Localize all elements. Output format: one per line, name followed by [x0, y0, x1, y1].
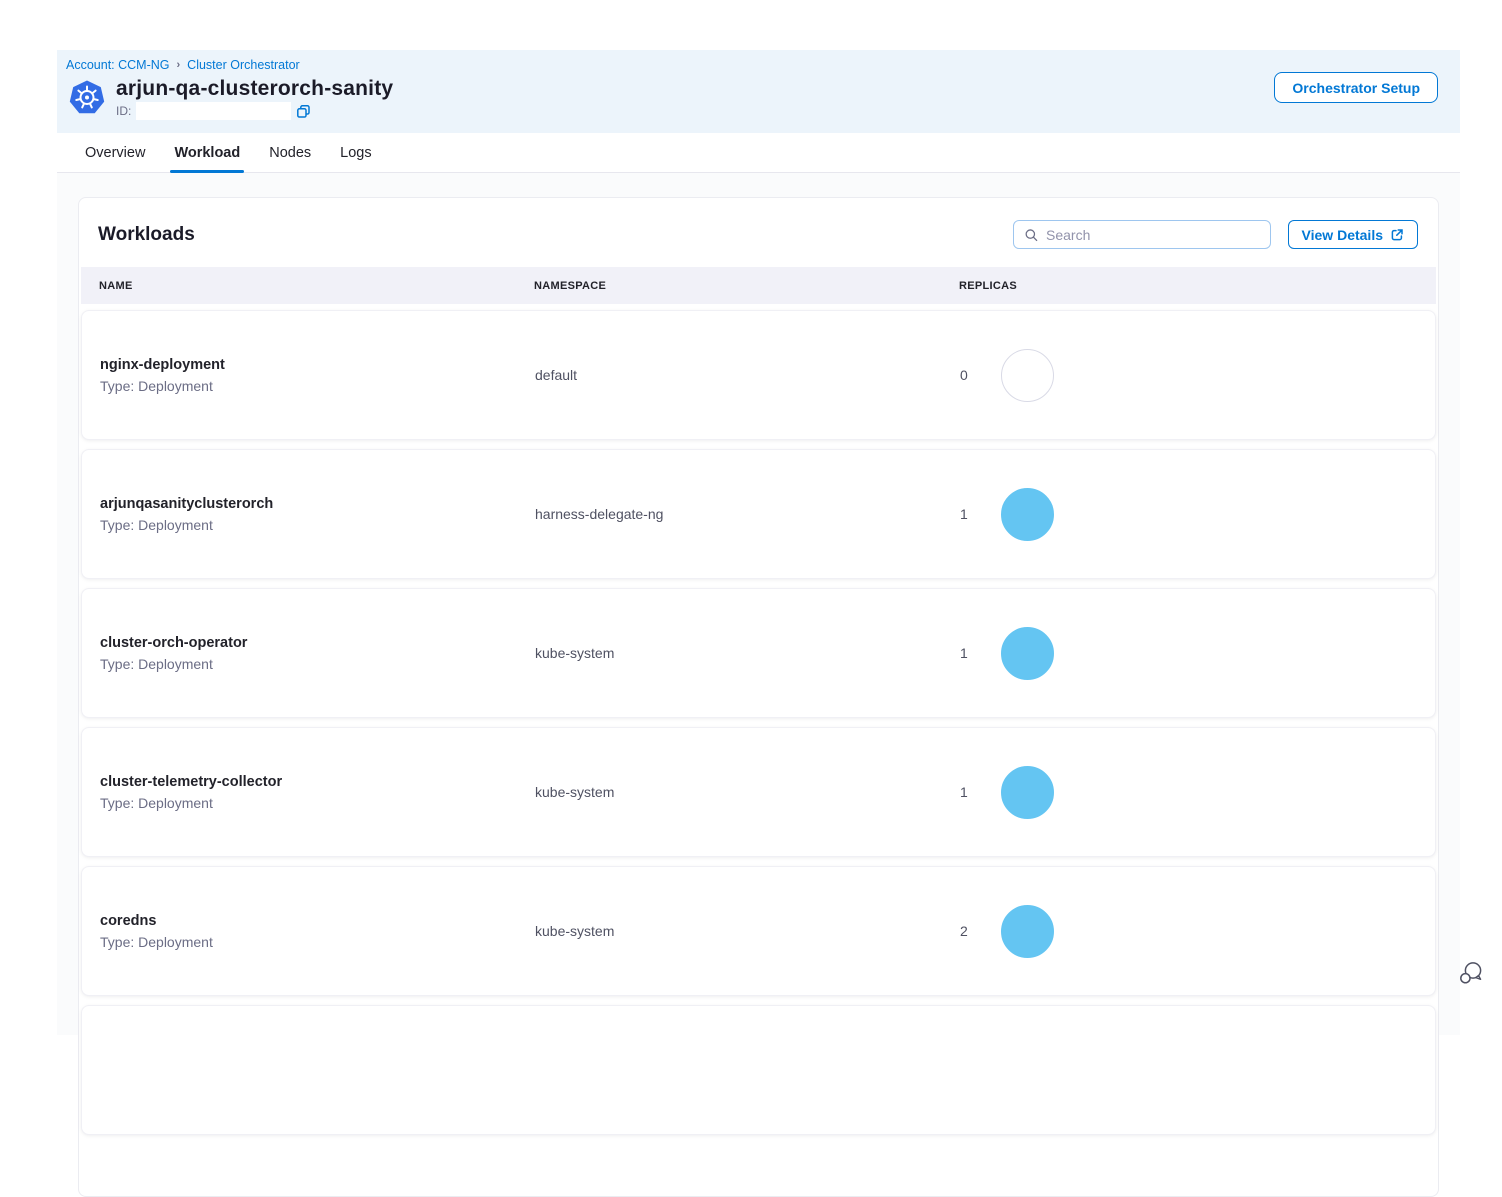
orchestrator-setup-button[interactable]: Orchestrator Setup [1274, 72, 1438, 103]
name-cell: cluster-orch-operator Type: Deployment [100, 635, 535, 672]
cluster-header: Account: CCM-NG › Cluster Orchestrator [57, 50, 1460, 133]
replica-count: 0 [960, 367, 968, 383]
workload-type: Type: Deployment [100, 934, 535, 950]
id-label: ID: [116, 104, 131, 118]
namespace-cell: default [535, 367, 960, 383]
namespace-cell: kube-system [535, 923, 960, 939]
workload-name: cluster-telemetry-collector [100, 774, 535, 790]
replica-count: 1 [960, 784, 968, 800]
external-link-icon [1390, 228, 1404, 242]
tabbar: Overview Workload Nodes Logs [57, 133, 1460, 173]
replicas-cell: 1 [960, 766, 1435, 819]
replica-status-circle [1001, 905, 1054, 958]
replica-count: 2 [960, 923, 968, 939]
column-header-name: NAME [99, 280, 534, 292]
id-value-redacted [136, 102, 291, 120]
name-cell: nginx-deployment Type: Deployment [100, 357, 535, 394]
view-details-button[interactable]: View Details [1288, 220, 1418, 249]
replicas-cell: 1 [960, 627, 1435, 680]
workload-type: Type: Deployment [100, 656, 535, 672]
namespace-cell: harness-delegate-ng [535, 506, 960, 522]
replicas-cell: 0 [960, 349, 1435, 402]
replica-status-circle [1001, 627, 1054, 680]
workload-type: Type: Deployment [100, 795, 535, 811]
table-row-partial[interactable] [81, 1005, 1436, 1135]
replica-status-circle [1001, 349, 1054, 402]
workloads-panel: Workloads View Details [78, 197, 1439, 1197]
replica-count: 1 [960, 645, 968, 661]
tab-workload[interactable]: Workload [172, 133, 242, 172]
search-icon [1024, 227, 1038, 243]
tab-overview[interactable]: Overview [83, 133, 147, 172]
breadcrumb-account-link[interactable]: Account: CCM-NG [66, 58, 170, 72]
table-row-nginx-deployment[interactable]: nginx-deployment Type: Deployment defaul… [81, 310, 1436, 440]
view-details-label: View Details [1302, 227, 1383, 243]
table-row-cluster-orch-operator[interactable]: cluster-orch-operator Type: Deployment k… [81, 588, 1436, 718]
namespace-cell: kube-system [535, 784, 960, 800]
workload-name: nginx-deployment [100, 357, 535, 373]
workload-tab-content: Workloads View Details [57, 173, 1460, 1035]
kubernetes-icon [68, 79, 106, 117]
replicas-cell: 1 [960, 488, 1435, 541]
workloads-search[interactable] [1013, 220, 1271, 249]
table-row-cluster-telemetry-collector[interactable]: cluster-telemetry-collector Type: Deploy… [81, 727, 1436, 857]
workloads-title: Workloads [98, 224, 195, 246]
table-header: NAME NAMESPACE REPLICAS [81, 267, 1436, 304]
workload-rows: nginx-deployment Type: Deployment defaul… [79, 310, 1438, 1135]
namespace-cell: kube-system [535, 645, 960, 661]
tab-logs[interactable]: Logs [338, 133, 373, 172]
table-row-arjunqasanityclusterorch[interactable]: arjunqasanityclusterorch Type: Deploymen… [81, 449, 1436, 579]
name-cell: arjunqasanityclusterorch Type: Deploymen… [100, 496, 535, 533]
column-header-replicas: REPLICAS [959, 280, 1436, 292]
workload-name: coredns [100, 913, 535, 929]
cluster-id-row: ID: [116, 102, 393, 120]
breadcrumb: Account: CCM-NG › Cluster Orchestrator [66, 58, 1438, 72]
breadcrumb-cluster-orchestrator-link[interactable]: Cluster Orchestrator [187, 58, 300, 72]
page-title: arjun-qa-clusterorch-sanity [116, 77, 393, 101]
title-block: arjun-qa-clusterorch-sanity ID: [116, 77, 393, 120]
breadcrumb-chevron-icon: › [177, 59, 181, 71]
title-row: arjun-qa-clusterorch-sanity ID: [68, 77, 1438, 120]
replica-status-circle [1001, 488, 1054, 541]
workload-type: Type: Deployment [100, 378, 535, 394]
workloads-panel-header: Workloads View Details [79, 220, 1438, 249]
tab-nodes[interactable]: Nodes [267, 133, 313, 172]
column-header-namespace: NAMESPACE [534, 280, 959, 292]
name-cell: cluster-telemetry-collector Type: Deploy… [100, 774, 535, 811]
replica-count: 1 [960, 506, 968, 522]
chat-bubble-icon[interactable] [1458, 960, 1483, 986]
search-input[interactable] [1046, 227, 1260, 243]
name-cell: coredns Type: Deployment [100, 913, 535, 950]
table-row-coredns[interactable]: coredns Type: Deployment kube-system 2 [81, 866, 1436, 996]
workload-name: arjunqasanityclusterorch [100, 496, 535, 512]
replicas-cell: 2 [960, 905, 1435, 958]
workload-type: Type: Deployment [100, 517, 535, 533]
workload-name: cluster-orch-operator [100, 635, 535, 651]
replica-status-circle [1001, 766, 1054, 819]
cluster-orchestrator-app: Account: CCM-NG › Cluster Orchestrator [57, 50, 1460, 1036]
copy-icon[interactable] [296, 104, 311, 119]
